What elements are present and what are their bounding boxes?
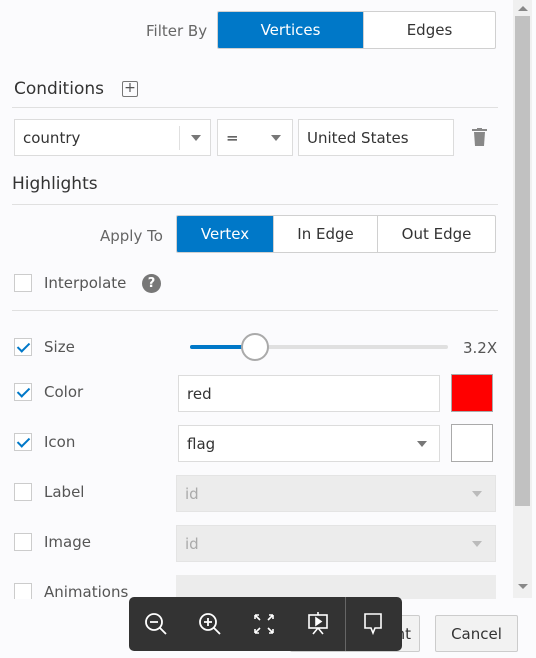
- interpolate-checkbox[interactable]: [14, 274, 32, 292]
- animations-row: Animations: [0, 575, 512, 599]
- label-checkbox[interactable]: [14, 483, 32, 501]
- graph-toolbar: [129, 597, 402, 651]
- label-label: Label: [44, 483, 85, 501]
- trash-icon[interactable]: [472, 128, 487, 146]
- size-value: 3.2X: [463, 339, 498, 357]
- filter-vertices-button[interactable]: Vertices: [218, 12, 363, 48]
- zoom-out-icon[interactable]: [129, 611, 183, 637]
- apply-out-edge-button[interactable]: Out Edge: [377, 216, 495, 252]
- icon-checkbox[interactable]: [14, 433, 32, 451]
- cancel-button[interactable]: Cancel: [435, 615, 518, 652]
- size-checkbox[interactable]: [14, 338, 32, 356]
- apply-to-toggle: Vertex In Edge Out Edge: [176, 215, 496, 253]
- chevron-down-icon: [271, 135, 281, 141]
- divider: [12, 204, 498, 205]
- help-icon[interactable]: ?: [142, 274, 161, 293]
- chevron-down-icon: [472, 541, 482, 547]
- image-value: id: [185, 534, 199, 553]
- chevron-down-icon: [417, 441, 427, 447]
- condition-value-input[interactable]: [298, 119, 454, 156]
- operator-value: =: [226, 128, 239, 147]
- image-checkbox[interactable]: [14, 533, 32, 551]
- label-select[interactable]: id: [176, 475, 496, 512]
- presentation-icon[interactable]: [291, 612, 345, 636]
- color-swatch[interactable]: [451, 374, 493, 412]
- chevron-down-icon: [472, 491, 482, 497]
- comment-icon[interactable]: [345, 597, 399, 651]
- color-checkbox[interactable]: [14, 383, 32, 401]
- animations-label: Animations: [44, 583, 129, 599]
- zoom-in-icon[interactable]: [183, 611, 237, 637]
- property-value: country: [23, 128, 81, 147]
- label-value: id: [185, 484, 199, 503]
- icon-value: flag: [187, 434, 216, 453]
- color-label: Color: [44, 383, 84, 401]
- highlights-heading: Highlights: [12, 174, 98, 194]
- divider: [179, 126, 180, 150]
- image-select[interactable]: id: [176, 525, 496, 562]
- icon-select[interactable]: flag: [178, 425, 440, 462]
- apply-vertex-button[interactable]: Vertex: [177, 216, 273, 252]
- animations-checkbox[interactable]: [14, 583, 32, 599]
- fit-screen-icon[interactable]: [237, 613, 291, 635]
- chevron-down-icon: [191, 135, 201, 141]
- scroll-up-icon[interactable]: [518, 6, 528, 11]
- scrollbar[interactable]: [513, 0, 532, 598]
- filter-by-toggle: Vertices Edges: [217, 11, 496, 49]
- image-label: Image: [44, 533, 91, 551]
- filter-by-label: Filter By: [146, 22, 208, 40]
- icon-preview[interactable]: [451, 424, 493, 462]
- condition-property-select[interactable]: country: [14, 119, 211, 156]
- apply-to-label: Apply To: [100, 227, 163, 245]
- interpolate-label: Interpolate: [44, 274, 127, 292]
- add-condition-icon[interactable]: +: [122, 81, 138, 97]
- conditions-heading: Conditions: [14, 79, 104, 99]
- color-input[interactable]: [178, 375, 440, 412]
- scroll-down-icon[interactable]: [518, 584, 528, 589]
- filter-edges-button[interactable]: Edges: [363, 12, 495, 48]
- animations-select[interactable]: [176, 575, 496, 599]
- divider: [12, 310, 498, 311]
- size-label: Size: [44, 338, 75, 356]
- scrollbar-thumb[interactable]: [515, 16, 530, 506]
- divider: [12, 107, 498, 108]
- icon-label: Icon: [44, 433, 76, 451]
- condition-operator-select[interactable]: =: [217, 119, 293, 156]
- slider-handle[interactable]: [240, 333, 269, 361]
- apply-in-edge-button[interactable]: In Edge: [273, 216, 377, 252]
- size-slider[interactable]: [190, 333, 448, 361]
